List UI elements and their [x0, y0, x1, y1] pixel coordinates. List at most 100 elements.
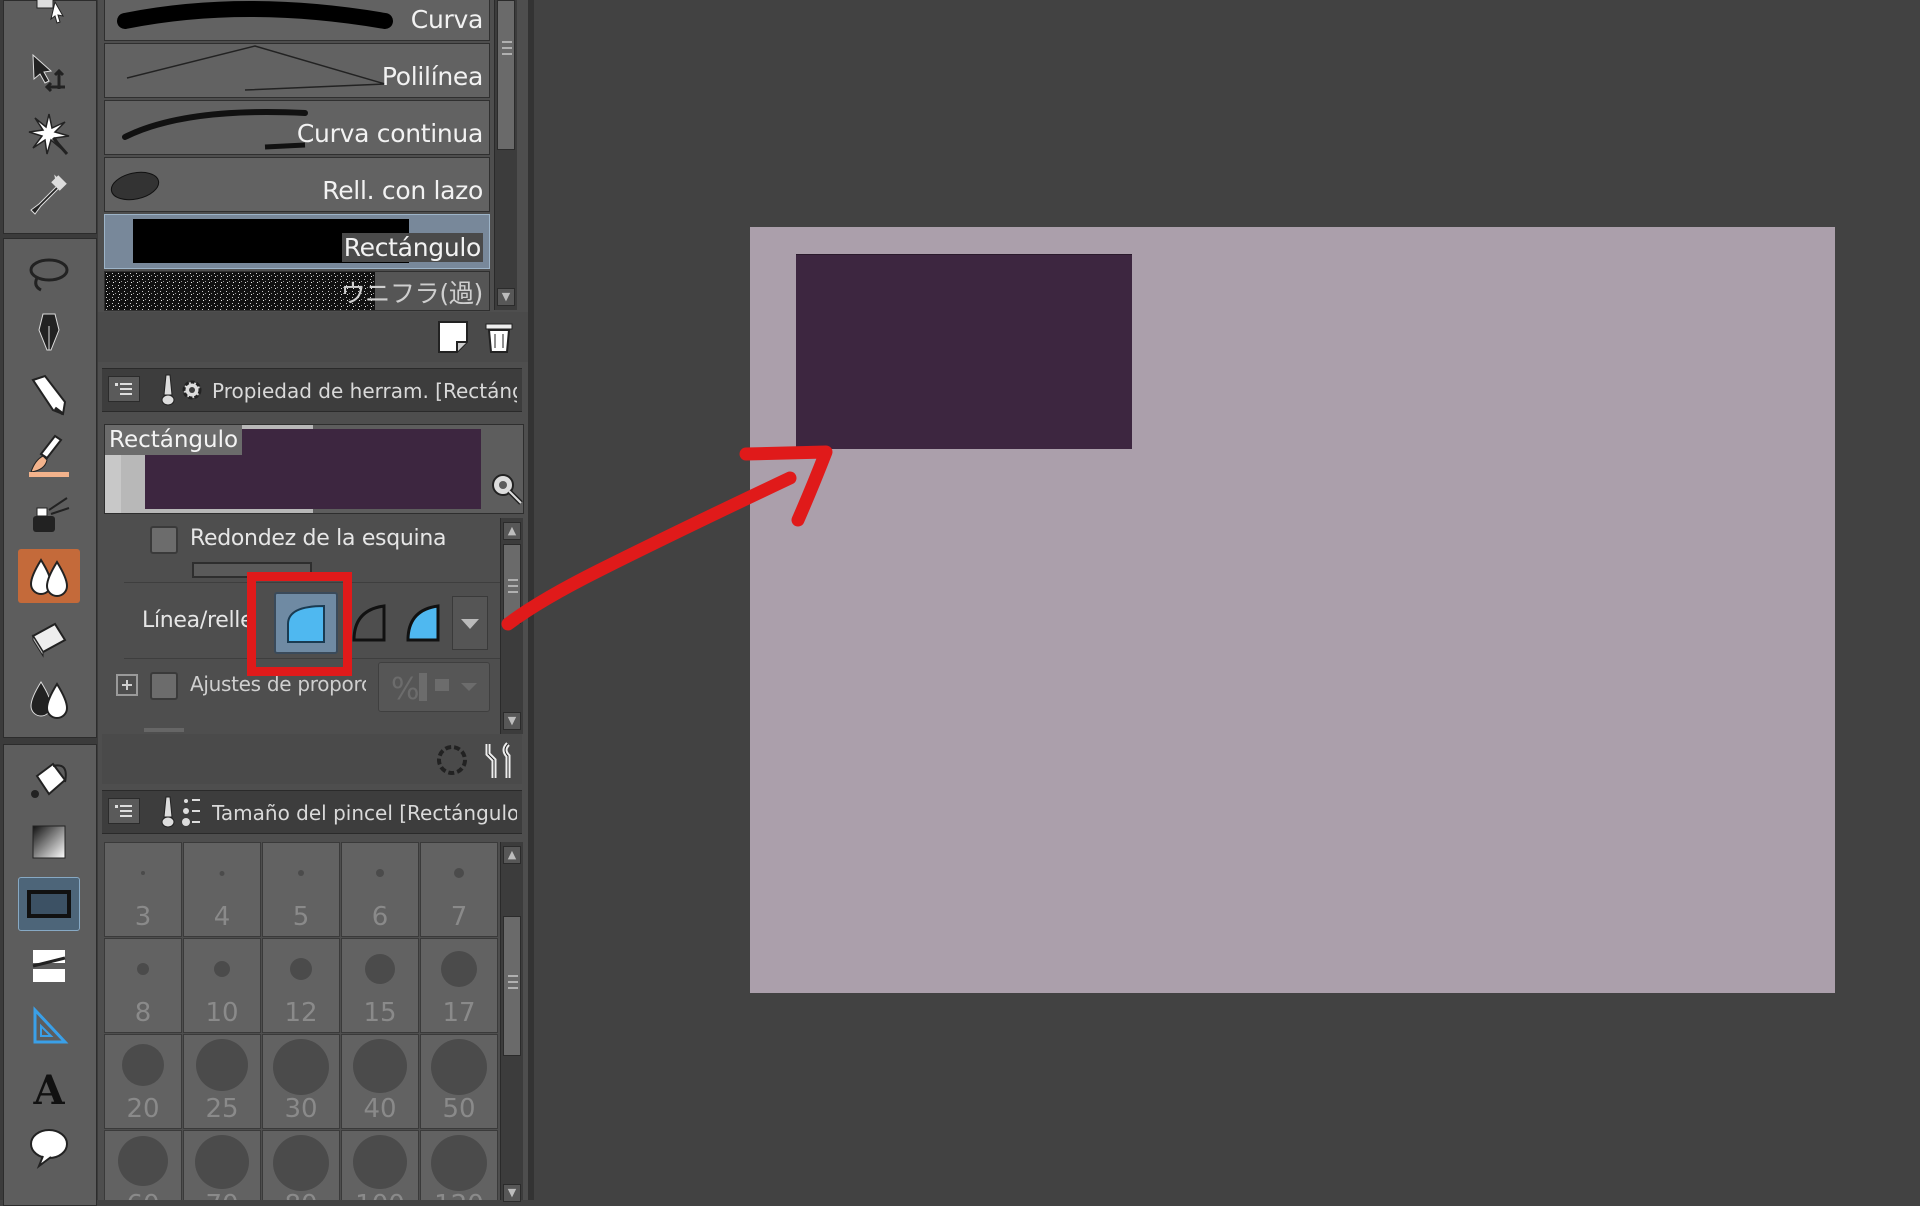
- brush-size-cell[interactable]: 4: [183, 842, 261, 937]
- brush-size-cell[interactable]: 12: [262, 938, 340, 1033]
- brush-size-cell[interactable]: 20: [104, 1034, 182, 1129]
- brush-size-cell[interactable]: 25: [183, 1034, 261, 1129]
- brush-size-cell[interactable]: 17: [420, 938, 498, 1033]
- eraser-tool[interactable]: [18, 611, 80, 665]
- chevron-down-icon: [461, 619, 479, 629]
- menu-list-icon: [115, 383, 132, 395]
- subtool-label: ウニフラ(過): [340, 279, 484, 308]
- brush-size-cell[interactable]: 80: [262, 1130, 340, 1200]
- pencil-tool[interactable]: [18, 369, 80, 423]
- brush-size-cell[interactable]: 15: [341, 938, 419, 1033]
- text-tool[interactable]: A: [18, 1061, 80, 1115]
- scroll-up-icon[interactable]: ▲: [503, 522, 521, 540]
- brush-size-value: 10: [205, 998, 239, 1028]
- trash-icon[interactable]: [482, 318, 516, 356]
- brush-size-value: 20: [126, 1094, 160, 1124]
- new-subtool-icon[interactable]: [436, 320, 470, 354]
- brush-size-cell[interactable]: 40: [341, 1034, 419, 1129]
- layer-move-tool[interactable]: [18, 0, 80, 33]
- brush-size-cell[interactable]: 7: [420, 842, 498, 937]
- expand-plus-icon[interactable]: [116, 674, 138, 696]
- property-scrollbar[interactable]: ▲ ▼: [500, 518, 523, 734]
- property-footer: [102, 734, 522, 784]
- tool-settings-wrench-icon[interactable]: [480, 740, 520, 780]
- brush-size-cell[interactable]: 3: [104, 842, 182, 937]
- brush-size-value: 4: [213, 902, 231, 932]
- brush-size-value: 12: [284, 998, 318, 1028]
- scroll-thumb[interactable]: [497, 0, 515, 150]
- brush-size-cell[interactable]: 100: [341, 1130, 419, 1200]
- scroll-thumb[interactable]: [503, 544, 521, 624]
- scroll-thumb[interactable]: [503, 916, 521, 1056]
- rectangle-tool[interactable]: [18, 877, 80, 931]
- corner-round-checkbox[interactable]: [150, 526, 178, 554]
- paint-bucket-icon: [31, 762, 67, 798]
- panel-menu-button[interactable]: [108, 798, 140, 824]
- brush-tool[interactable]: [18, 429, 80, 483]
- brush-size-value: 120: [421, 1190, 497, 1200]
- move-tool[interactable]: [18, 46, 80, 100]
- mode-dropdown[interactable]: [452, 596, 488, 650]
- subtool-label: Polilínea: [381, 62, 483, 91]
- scroll-down-icon[interactable]: ▼: [503, 1184, 521, 1202]
- scroll-down-icon[interactable]: ▼: [497, 288, 515, 306]
- brush-size-cell[interactable]: 8: [104, 938, 182, 1033]
- subtool-scrollbar[interactable]: ▼: [494, 0, 517, 310]
- pen-tool[interactable]: [18, 307, 80, 361]
- brush-size-cell[interactable]: 30: [262, 1034, 340, 1129]
- brush-size-cell[interactable]: 70: [183, 1130, 261, 1200]
- panel-separator[interactable]: [528, 0, 534, 1200]
- frame-border-tool[interactable]: [18, 939, 80, 993]
- subtool-label: Curva: [410, 5, 484, 34]
- brush-size-scrollbar[interactable]: ▲ ▼: [500, 842, 523, 1202]
- brush-size-dot: [195, 1135, 249, 1189]
- panel-menu-button[interactable]: [108, 376, 140, 402]
- subtool-item-selected[interactable]: Rectángulo: [104, 214, 490, 269]
- subtool-item[interactable]: Rell. con lazo: [104, 157, 490, 212]
- eyedropper-tool[interactable]: [18, 169, 80, 223]
- brush-size-dot: [365, 954, 395, 984]
- fill-drops-tool[interactable]: [18, 671, 80, 725]
- brush-size-cell[interactable]: 60: [104, 1130, 182, 1200]
- gradient-tool[interactable]: [18, 815, 80, 869]
- aspect-dropdown[interactable]: %: [378, 662, 490, 712]
- gradient-icon: [32, 825, 66, 859]
- ruler-tool[interactable]: [18, 999, 80, 1053]
- blend-tool[interactable]: [18, 549, 80, 603]
- frame-border-icon: [32, 950, 66, 982]
- brush-size-cell[interactable]: 5: [262, 842, 340, 937]
- subtool-item[interactable]: ウニフラ(過): [104, 271, 490, 311]
- brush-size-dot: [431, 1135, 487, 1191]
- brush-size-dot: [273, 1135, 329, 1191]
- airbrush-icon: [33, 497, 70, 532]
- brush-size-dot: [441, 951, 477, 987]
- brush-size-cell[interactable]: 10: [183, 938, 261, 1033]
- lasso-tool[interactable]: [18, 247, 80, 301]
- subtool-item[interactable]: Curva continua: [104, 100, 490, 155]
- auto-select-tool[interactable]: [18, 107, 80, 161]
- subtool-item[interactable]: Polilínea: [104, 43, 490, 98]
- balloon-tool[interactable]: [18, 1121, 80, 1175]
- subtool-item[interactable]: Curva: [104, 0, 490, 41]
- mode-create-line-fill-button[interactable]: [398, 596, 448, 650]
- preview-label: Rectángulo: [105, 425, 243, 455]
- scroll-down-icon[interactable]: ▼: [503, 712, 521, 730]
- scroll-up-icon[interactable]: ▲: [503, 846, 521, 864]
- brush-size-value: 100: [342, 1190, 418, 1200]
- brush-size-dot: [353, 1039, 407, 1093]
- settings-wrench-icon[interactable]: [489, 471, 525, 507]
- reset-settings-icon[interactable]: [432, 740, 472, 780]
- brush-size-cell[interactable]: 50: [420, 1034, 498, 1129]
- ink-drops-icon: [30, 681, 69, 719]
- brush-size-value: 60: [105, 1190, 181, 1200]
- drawing-canvas[interactable]: [750, 227, 1835, 993]
- brush-size-dot: [298, 870, 304, 876]
- brush-size-cell[interactable]: 120: [420, 1130, 498, 1200]
- aspect-checkbox[interactable]: [150, 672, 178, 700]
- brush-size-value: 15: [363, 998, 397, 1028]
- airbrush-tool[interactable]: [18, 489, 80, 543]
- fill-tool[interactable]: [18, 755, 80, 809]
- brush-size-dot: [122, 1044, 164, 1086]
- brush-size-cell[interactable]: 6: [341, 842, 419, 937]
- brush-size-icon: [161, 796, 200, 828]
